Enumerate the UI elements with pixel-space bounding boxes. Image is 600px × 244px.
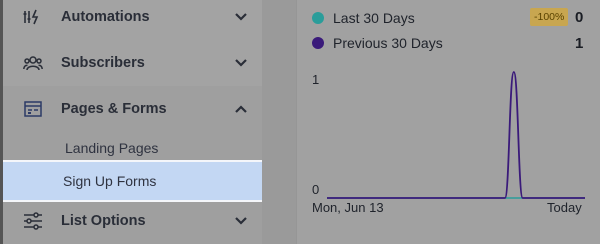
sidebar-item-label: List Options: [61, 213, 146, 229]
subscribers-icon: [23, 53, 43, 73]
sidebar-item-subscribers[interactable]: Subscribers: [3, 42, 262, 84]
sidebar-subitem-landing-pages[interactable]: Landing Pages: [65, 140, 158, 156]
sidebar-item-label: Pages & Forms: [61, 101, 167, 117]
chevron-down-icon[interactable]: [233, 213, 249, 229]
series-line-previous: [326, 71, 585, 199]
sidebar-subitem-label: Sign Up Forms: [63, 173, 157, 189]
stats-panel: Last 30 Days -100% 0 Previous 30 Days 1 …: [296, 0, 600, 244]
chevron-down-icon[interactable]: [233, 9, 249, 25]
chevron-up-icon[interactable]: [233, 101, 249, 117]
sidebar-item-list-options[interactable]: List Options: [3, 200, 262, 242]
x-label-end: Today: [547, 200, 582, 215]
x-label-start: Mon, Jun 13: [312, 200, 384, 215]
sidebar: Automations Subscribers Pages & Forms La…: [0, 0, 267, 244]
pages-forms-icon: [23, 99, 43, 119]
sidebar-item-automations[interactable]: Automations: [3, 0, 262, 38]
sidebar-subitem-sign-up-forms[interactable]: Sign Up Forms: [3, 160, 267, 202]
sidebar-item-label: Automations: [61, 9, 150, 25]
sidebar-item-pages-forms[interactable]: Pages & Forms: [3, 88, 262, 130]
list-options-icon: [23, 211, 43, 231]
chevron-down-icon[interactable]: [233, 55, 249, 71]
sidebar-item-label: Subscribers: [61, 55, 145, 71]
automations-icon: [23, 7, 43, 27]
gutter: [262, 0, 296, 244]
